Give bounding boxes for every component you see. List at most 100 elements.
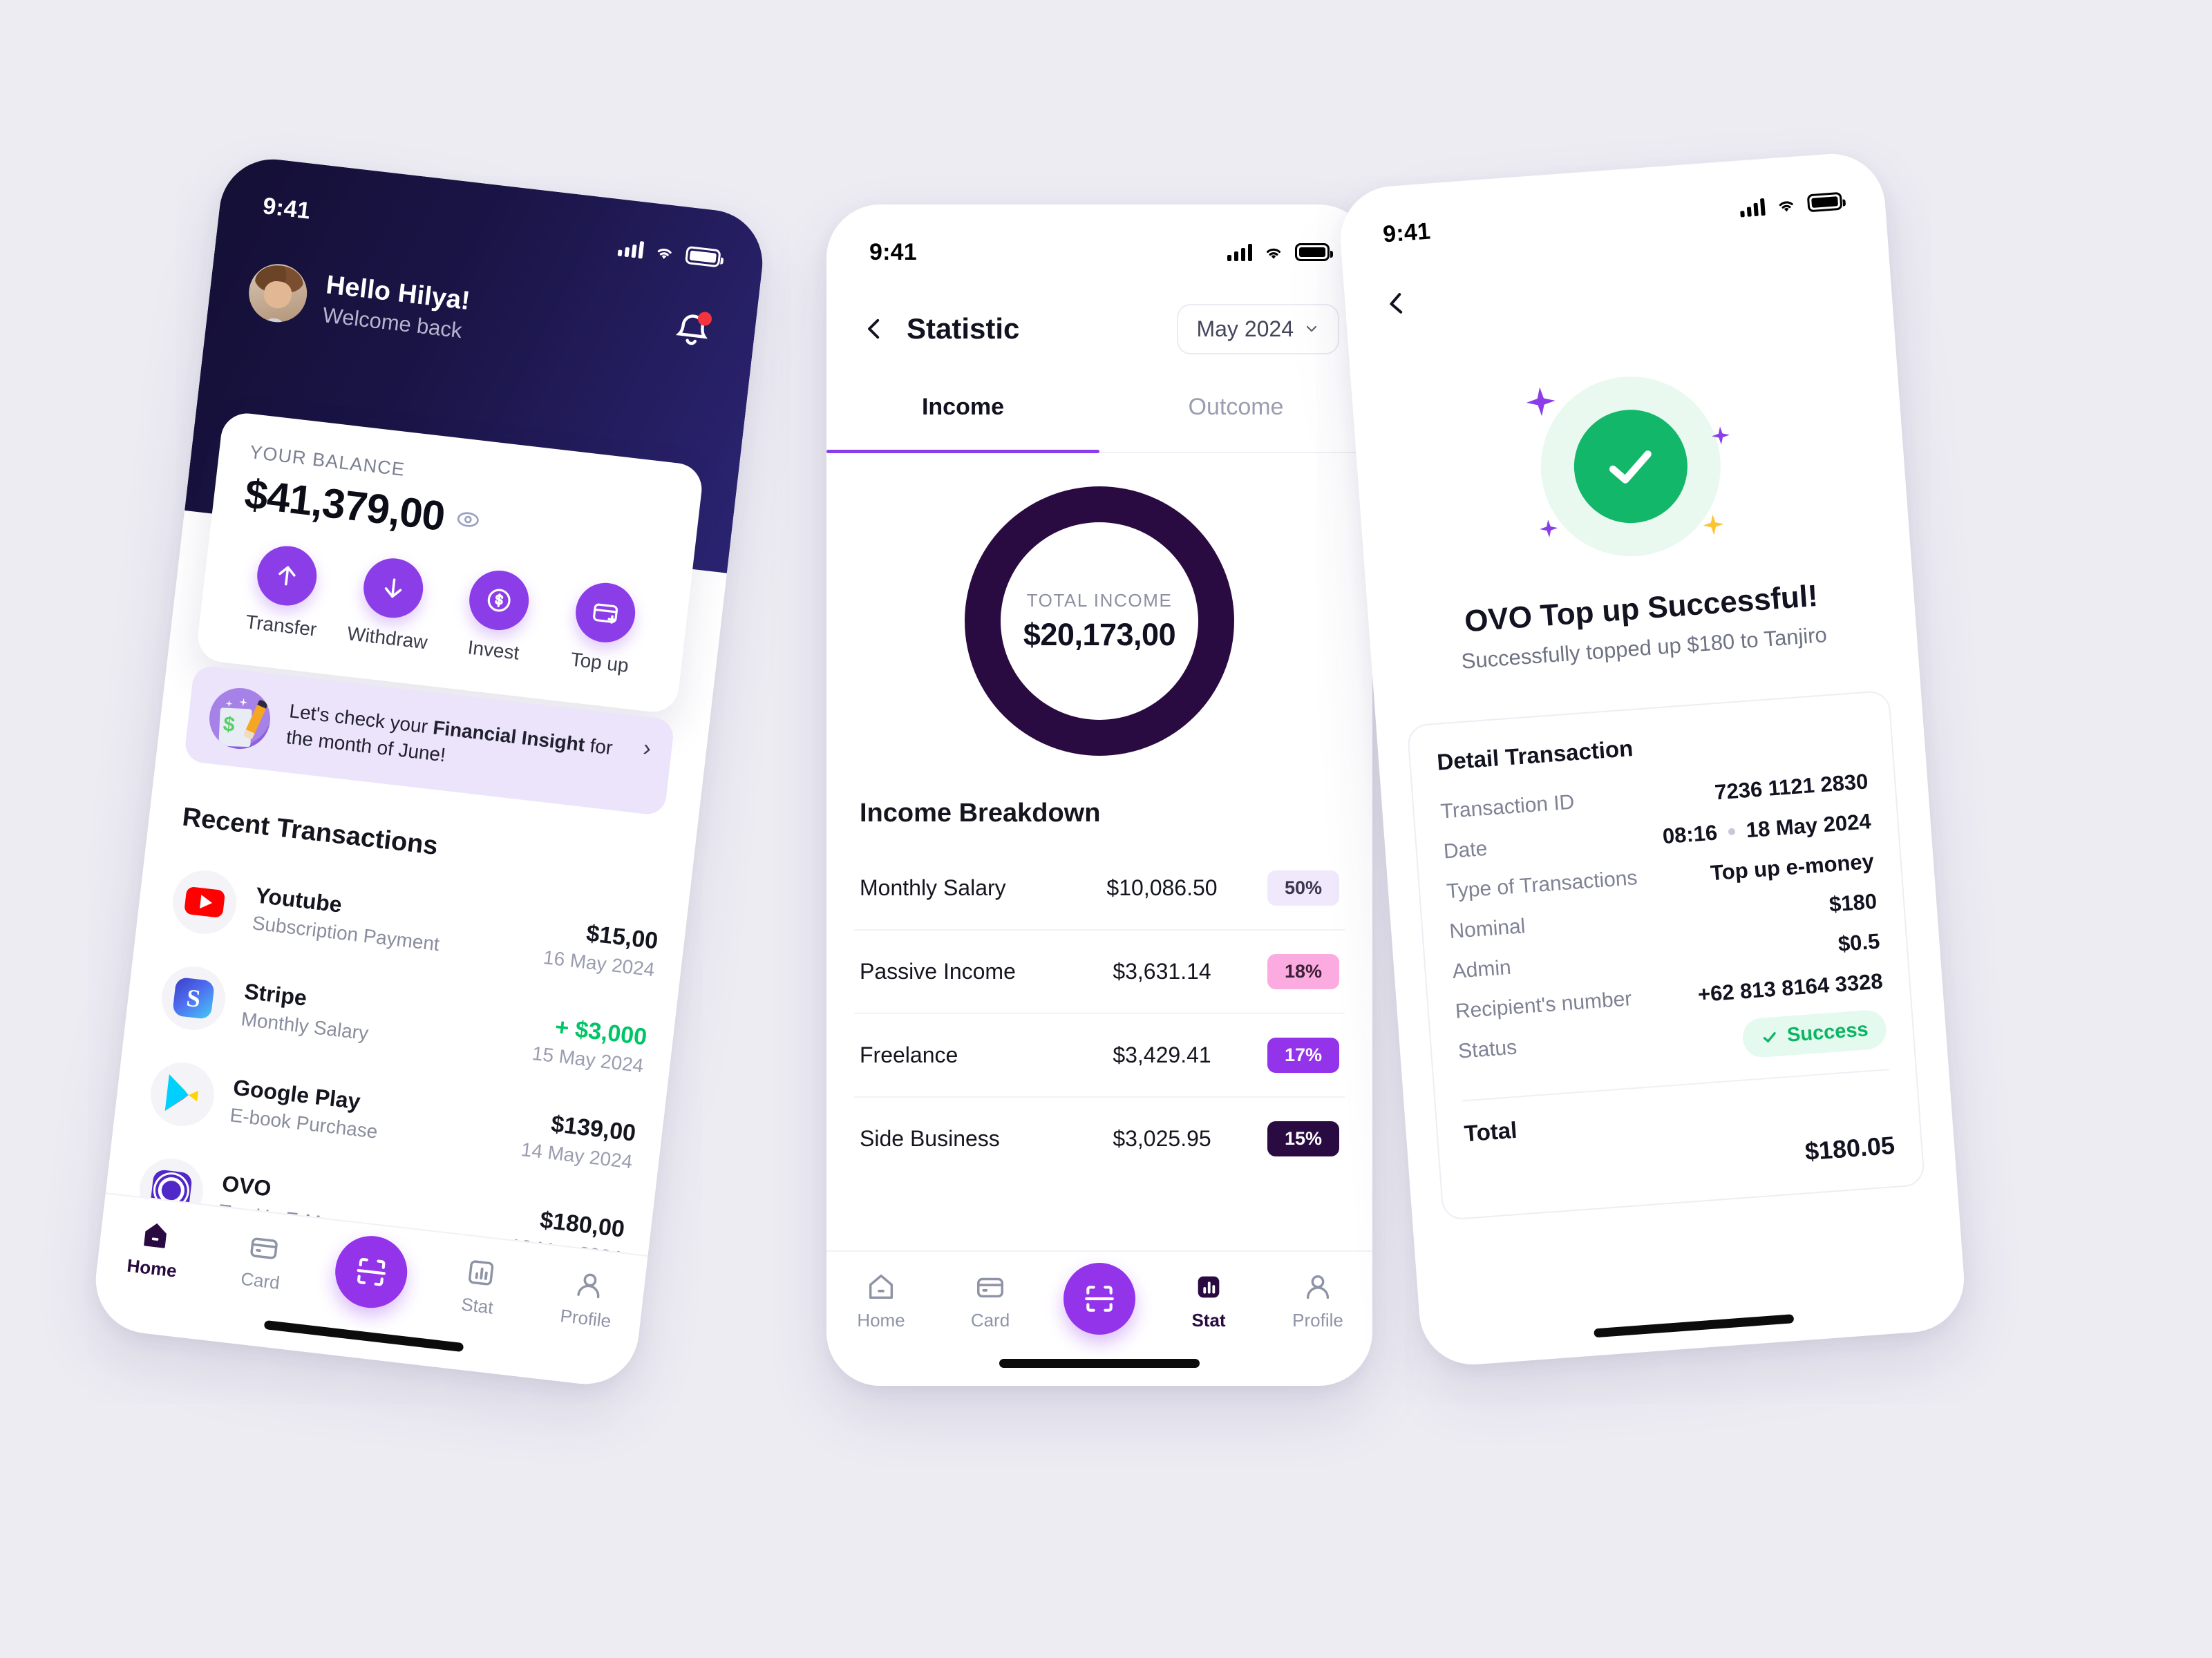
card-plus-icon [572, 580, 639, 646]
action-label: Invest [466, 636, 521, 664]
quick-actions: Transfer Withdraw Invest Top up [229, 540, 659, 679]
success-illustration [1352, 357, 1909, 576]
status-badge: Success [1741, 1009, 1888, 1059]
detail-value: $180 [1828, 888, 1878, 917]
bar-chart-icon [469, 1260, 494, 1286]
status-bar: 9:41 [826, 204, 1372, 276]
dollar-circle-icon [466, 567, 533, 633]
nav-label: Card [970, 1310, 1010, 1331]
donut-ring: TOTAL INCOME $20,173,00 [965, 486, 1234, 756]
battery-icon [1806, 191, 1843, 213]
donut-value: $20,173,00 [1023, 616, 1176, 652]
status-time: 9:41 [869, 238, 917, 265]
back-chevron-icon[interactable] [1380, 287, 1412, 320]
nav-item-stat[interactable]: Stat [1160, 1271, 1257, 1331]
breakdown-name: Passive Income [860, 959, 1016, 984]
notification-bell-icon[interactable] [671, 309, 714, 353]
signal-icon [617, 238, 645, 259]
status-icons [1227, 243, 1333, 261]
table-row[interactable]: Passive Income $3,631.14 18% [854, 931, 1345, 1014]
sparkle-icon [1702, 514, 1724, 536]
nav-item-profile[interactable]: Profile [536, 1264, 639, 1335]
phone-success-screen: 9:41 OVO Top up Successful! Successfully… [1336, 150, 1968, 1369]
status-icons [617, 238, 721, 268]
detail-value: $0.5 [1837, 928, 1881, 956]
tabs: Income Outcome [826, 390, 1372, 453]
action-label: Withdraw [346, 622, 429, 654]
eye-icon[interactable] [455, 506, 482, 533]
person-icon [1306, 1275, 1330, 1299]
avatar[interactable] [245, 260, 310, 325]
breakdown-amount: $3,025.95 [1113, 1126, 1211, 1151]
month-selector[interactable]: May 2024 [1177, 303, 1339, 354]
nav-label: Card [239, 1268, 281, 1293]
action-withdraw[interactable]: Withdraw [335, 553, 447, 655]
person-icon [577, 1273, 600, 1299]
detail-key: Admin [1451, 955, 1512, 983]
breakdown-amount: $3,429.41 [1113, 1042, 1211, 1067]
wifi-icon [657, 248, 672, 259]
breakdown-name: Side Business [860, 1126, 1000, 1151]
page-title: Statistic [907, 312, 1020, 345]
home-indicator [999, 1359, 1200, 1368]
status-time: 9:41 [1381, 218, 1432, 247]
status-badge: 17% [1267, 1038, 1339, 1073]
signal-icon [1739, 198, 1766, 218]
phone-home-screen: 9:41 Hello Hilya! Welcome back YOUR BALA… [90, 153, 768, 1390]
insight-text: Let's check your Financial Insight for t… [285, 698, 626, 789]
back-chevron-icon[interactable] [860, 314, 889, 343]
chevron-right-icon[interactable]: › [641, 734, 653, 762]
status-badge: 18% [1267, 954, 1339, 989]
donut-caption: TOTAL INCOME [1026, 589, 1173, 611]
youtube-icon [169, 866, 240, 937]
breakdown-name: Monthly Salary [860, 875, 1006, 900]
stripe-icon: S [158, 963, 229, 1033]
table-row[interactable]: Monthly Salary $10,086.50 50% [854, 847, 1345, 931]
detail-transaction-card: Detail Transaction Transaction ID 7236 1… [1406, 689, 1926, 1221]
recent-transactions-title: Recent Transactions [180, 802, 439, 861]
tab-income[interactable]: Income [826, 390, 1099, 453]
nav-item-stat[interactable]: Stat [428, 1252, 531, 1323]
breakdown-table: Monthly Salary $10,086.50 50% Passive In… [854, 847, 1345, 1180]
total-value: $180.05 [1804, 1130, 1896, 1166]
nav-item-home[interactable]: Home [102, 1214, 205, 1285]
total-label: Total [1463, 1116, 1518, 1147]
sparkle-icon [1525, 386, 1556, 417]
home-icon [869, 1274, 894, 1299]
table-row[interactable]: Side Business $3,025.95 15% [854, 1098, 1345, 1180]
action-invest[interactable]: Invest [442, 565, 554, 667]
nav-item-home[interactable]: Home [833, 1271, 929, 1331]
breakdown-title: Income Breakdown [860, 799, 1101, 828]
nav-label: Home [857, 1310, 905, 1331]
income-donut-chart: TOTAL INCOME $20,173,00 [826, 486, 1372, 756]
signal-icon [1227, 243, 1252, 261]
status-icons [1739, 191, 1843, 218]
google-play-icon [146, 1059, 218, 1130]
status-badge: 50% [1267, 870, 1339, 906]
detail-key: Date [1442, 837, 1488, 864]
action-transfer[interactable]: Transfer [229, 540, 341, 642]
nav-item-card[interactable]: Card [942, 1271, 1039, 1331]
arrow-up-icon [254, 542, 320, 609]
nav-item-profile[interactable]: Profile [1269, 1271, 1366, 1331]
table-row[interactable]: Freelance $3,429.41 17% [854, 1014, 1345, 1098]
status-bar: 9:41 [1336, 150, 1886, 262]
nav-item-scan[interactable] [1051, 1263, 1148, 1335]
action-topup[interactable]: Top up [547, 578, 659, 680]
canvas: 9:41 Hello Hilya! Welcome back YOUR BALA… [0, 0, 2212, 1658]
status-badge: 15% [1267, 1121, 1339, 1156]
home-icon [144, 1223, 167, 1248]
nav-item-card[interactable]: Card [211, 1226, 314, 1297]
wifi-icon [1266, 248, 1281, 259]
breakdown-amount: $10,086.50 [1106, 875, 1218, 900]
nav-label: Profile [1292, 1310, 1343, 1331]
action-label: Transfer [244, 611, 318, 640]
detail-time: 08:16 [1661, 820, 1719, 849]
nav-item-scan[interactable] [319, 1232, 423, 1313]
tab-outcome[interactable]: Outcome [1099, 390, 1372, 452]
greeting-block: Hello Hilya! Welcome back [245, 260, 472, 344]
check-icon [1764, 1031, 1776, 1042]
statistic-header: Statistic May 2024 [826, 296, 1372, 362]
scan-icon [331, 1232, 411, 1312]
breakdown-name: Freelance [860, 1042, 958, 1067]
